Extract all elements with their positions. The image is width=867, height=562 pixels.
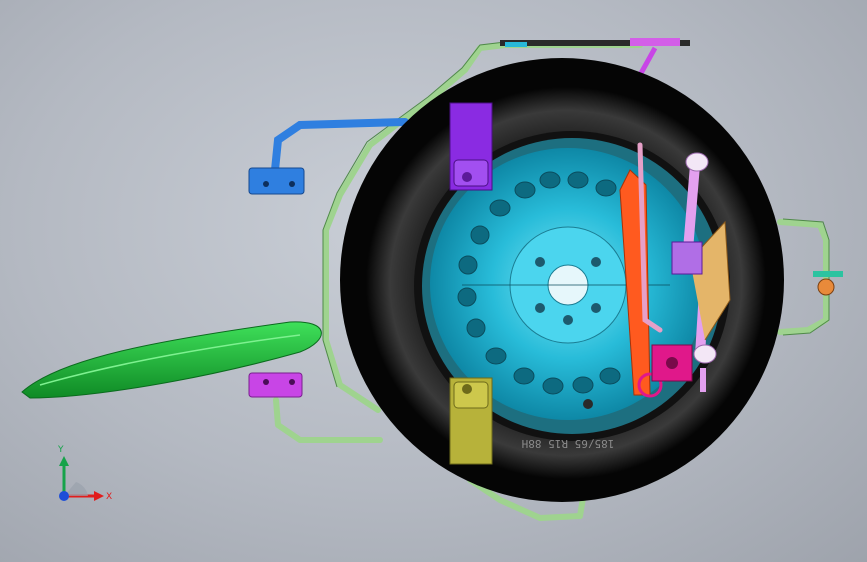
coordinate-triad: Y X	[57, 445, 112, 502]
tow-hook[interactable]	[651, 344, 693, 382]
purple-bracket[interactable]	[449, 102, 493, 191]
y-axis-label: Y	[57, 445, 64, 455]
tire-sidewall-text: 185/65 R15 88H	[522, 437, 615, 450]
z-axis-icon	[59, 491, 69, 501]
side-fitting[interactable]	[813, 271, 843, 296]
valve-stem	[583, 399, 593, 409]
model-scene[interactable]: 185/65 R15 88H	[0, 0, 867, 562]
x-axis-label: X	[106, 492, 112, 502]
olive-bracket[interactable]	[449, 377, 493, 465]
magenta-mount[interactable]	[248, 372, 303, 398]
graphics-viewport[interactable]: 185/65 R15 88H Y X	[0, 0, 867, 562]
